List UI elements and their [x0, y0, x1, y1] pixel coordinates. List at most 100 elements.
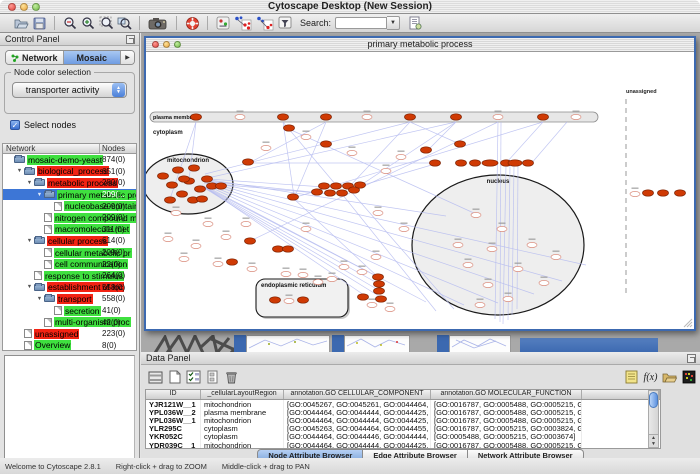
network-node[interactable] [373, 274, 384, 280]
zoom-out-icon[interactable] [61, 15, 79, 32]
network-node-unselected[interactable] [453, 242, 463, 247]
tree-row[interactable]: unassigned223(0) [3, 328, 136, 340]
network-node-unselected[interactable] [497, 226, 507, 231]
tree-expander-icon[interactable]: ▼ [35, 192, 44, 198]
tree-row[interactable]: multi-organism proc42(0) [3, 316, 136, 328]
tree-expander-icon[interactable]: ▼ [35, 296, 44, 302]
attribute-table-header[interactable]: ID_cellularLayoutRegionannotation.GO CEL… [146, 390, 660, 400]
network-node[interactable] [482, 160, 498, 166]
network-node-unselected[interactable] [630, 191, 640, 196]
network-node[interactable] [216, 183, 227, 189]
network-node[interactable] [456, 160, 467, 166]
network-node-unselected[interactable] [503, 296, 513, 301]
notes-icon[interactable] [622, 368, 641, 386]
network-node-unselected[interactable] [327, 276, 337, 281]
table-column-header[interactable]: _cellularLayoutRegion [201, 390, 284, 399]
network-node-unselected[interactable] [179, 256, 189, 261]
network-node[interactable] [191, 114, 202, 120]
network-node[interactable] [538, 114, 549, 120]
network-node-unselected[interactable] [396, 154, 406, 159]
zoom-fit-icon[interactable] [97, 15, 115, 32]
table-column-header[interactable]: annotation.GO CELLULAR_COMPONENT [284, 390, 431, 399]
background-window-fragment[interactable] [246, 335, 330, 352]
network-node[interactable] [675, 190, 686, 196]
table-cell[interactable]: [GO:0044464, GO:0044444, GO:0044425, G..… [284, 441, 431, 449]
network-node-unselected[interactable] [247, 266, 257, 271]
matrix-view-icon[interactable] [679, 368, 698, 386]
network-node[interactable] [470, 160, 481, 166]
network-node-unselected[interactable] [171, 210, 181, 215]
network-node[interactable] [283, 246, 294, 252]
tree-row[interactable]: ▼metabolic process280(0) [3, 177, 136, 189]
network-node[interactable] [245, 238, 256, 244]
network-node-unselected[interactable] [463, 262, 473, 267]
function-builder-icon[interactable]: f(x) [641, 368, 660, 386]
layout-icon-1[interactable] [232, 15, 254, 32]
background-window-edge[interactable] [234, 335, 246, 352]
network-node[interactable] [273, 246, 284, 252]
zoom-selected-icon[interactable] [115, 15, 133, 32]
tree-row[interactable]: ▼primary metabolic process209(... [3, 189, 136, 201]
background-window-titlebar[interactable] [520, 338, 658, 352]
network-edge[interactable] [205, 188, 380, 291]
tree-expander-icon[interactable]: ▼ [25, 180, 34, 186]
network-node[interactable] [270, 297, 281, 303]
network-node-unselected[interactable] [213, 261, 223, 266]
layout-icon-2[interactable] [254, 15, 276, 32]
table-scrollbar[interactable]: ▲▼ [648, 390, 659, 448]
network-node[interactable] [179, 176, 190, 182]
tree-row[interactable]: ▼establishment of loc558(0) [3, 282, 136, 294]
network-node[interactable] [227, 259, 238, 265]
table-row[interactable]: YDR039C__1mitochondrion[GO:0044464, GO:0… [146, 441, 660, 449]
network-node-unselected[interactable] [487, 246, 497, 251]
network-node[interactable] [374, 288, 385, 294]
tree-row[interactable]: nucleobase-containing209(0) [3, 200, 136, 212]
tab-mosaic[interactable]: Mosaic [64, 51, 122, 64]
tab-overflow-arrow[interactable]: ▶ [121, 51, 134, 64]
vizmapper-icon[interactable] [276, 15, 294, 32]
network-node[interactable] [643, 190, 654, 196]
network-node-unselected[interactable] [371, 254, 381, 259]
network-node[interactable] [374, 281, 385, 287]
search-dropdown-button[interactable]: ▼ [387, 16, 400, 30]
network-node-unselected[interactable] [241, 221, 251, 226]
network-edge[interactable] [530, 122, 567, 165]
network-node[interactable] [523, 160, 534, 166]
network-node[interactable] [195, 186, 206, 192]
network-node[interactable] [376, 296, 387, 302]
tree-row[interactable]: nitrogen compound me209(0) [3, 212, 136, 224]
network-node[interactable] [189, 165, 200, 171]
tree-row[interactable]: mosaic-demo-yeast874(0) [3, 154, 136, 166]
table-cell[interactable]: YDR039C__1 [146, 441, 201, 449]
network-node[interactable] [288, 194, 299, 200]
birds-eye-view[interactable] [4, 355, 135, 474]
network-node[interactable] [405, 114, 416, 120]
network-node-unselected[interactable] [527, 242, 537, 247]
network-node-unselected[interactable] [301, 134, 311, 139]
tree-row[interactable]: response to stimulus264(0) [3, 270, 136, 282]
network-node-unselected[interactable] [399, 226, 409, 231]
network-node[interactable] [451, 114, 462, 120]
network-node-unselected[interactable] [281, 271, 291, 276]
network-node[interactable] [173, 167, 184, 173]
network-node-unselected[interactable] [163, 236, 173, 241]
network-node[interactable] [331, 183, 342, 189]
network-node-unselected[interactable] [339, 264, 349, 269]
tree-expander-icon[interactable]: ▼ [15, 168, 24, 174]
tree-row[interactable]: secretion41(0) [3, 305, 136, 317]
network-node-unselected[interactable] [551, 254, 561, 259]
background-window-edge[interactable] [437, 335, 449, 352]
table-column-header[interactable]: ID [146, 390, 201, 399]
network-node[interactable] [325, 190, 336, 196]
network-node-unselected[interactable] [493, 114, 503, 119]
network-node[interactable] [197, 196, 208, 202]
network-node[interactable] [243, 159, 254, 165]
tab-network[interactable]: Network [6, 51, 64, 64]
network-node[interactable] [508, 160, 522, 166]
network-node-unselected[interactable] [571, 114, 581, 119]
network-node[interactable] [284, 125, 295, 131]
network-node-unselected[interactable] [539, 280, 549, 285]
attribute-checklist-icon[interactable] [184, 368, 203, 386]
network-node[interactable] [298, 297, 309, 303]
network-node-unselected[interactable] [483, 282, 493, 287]
